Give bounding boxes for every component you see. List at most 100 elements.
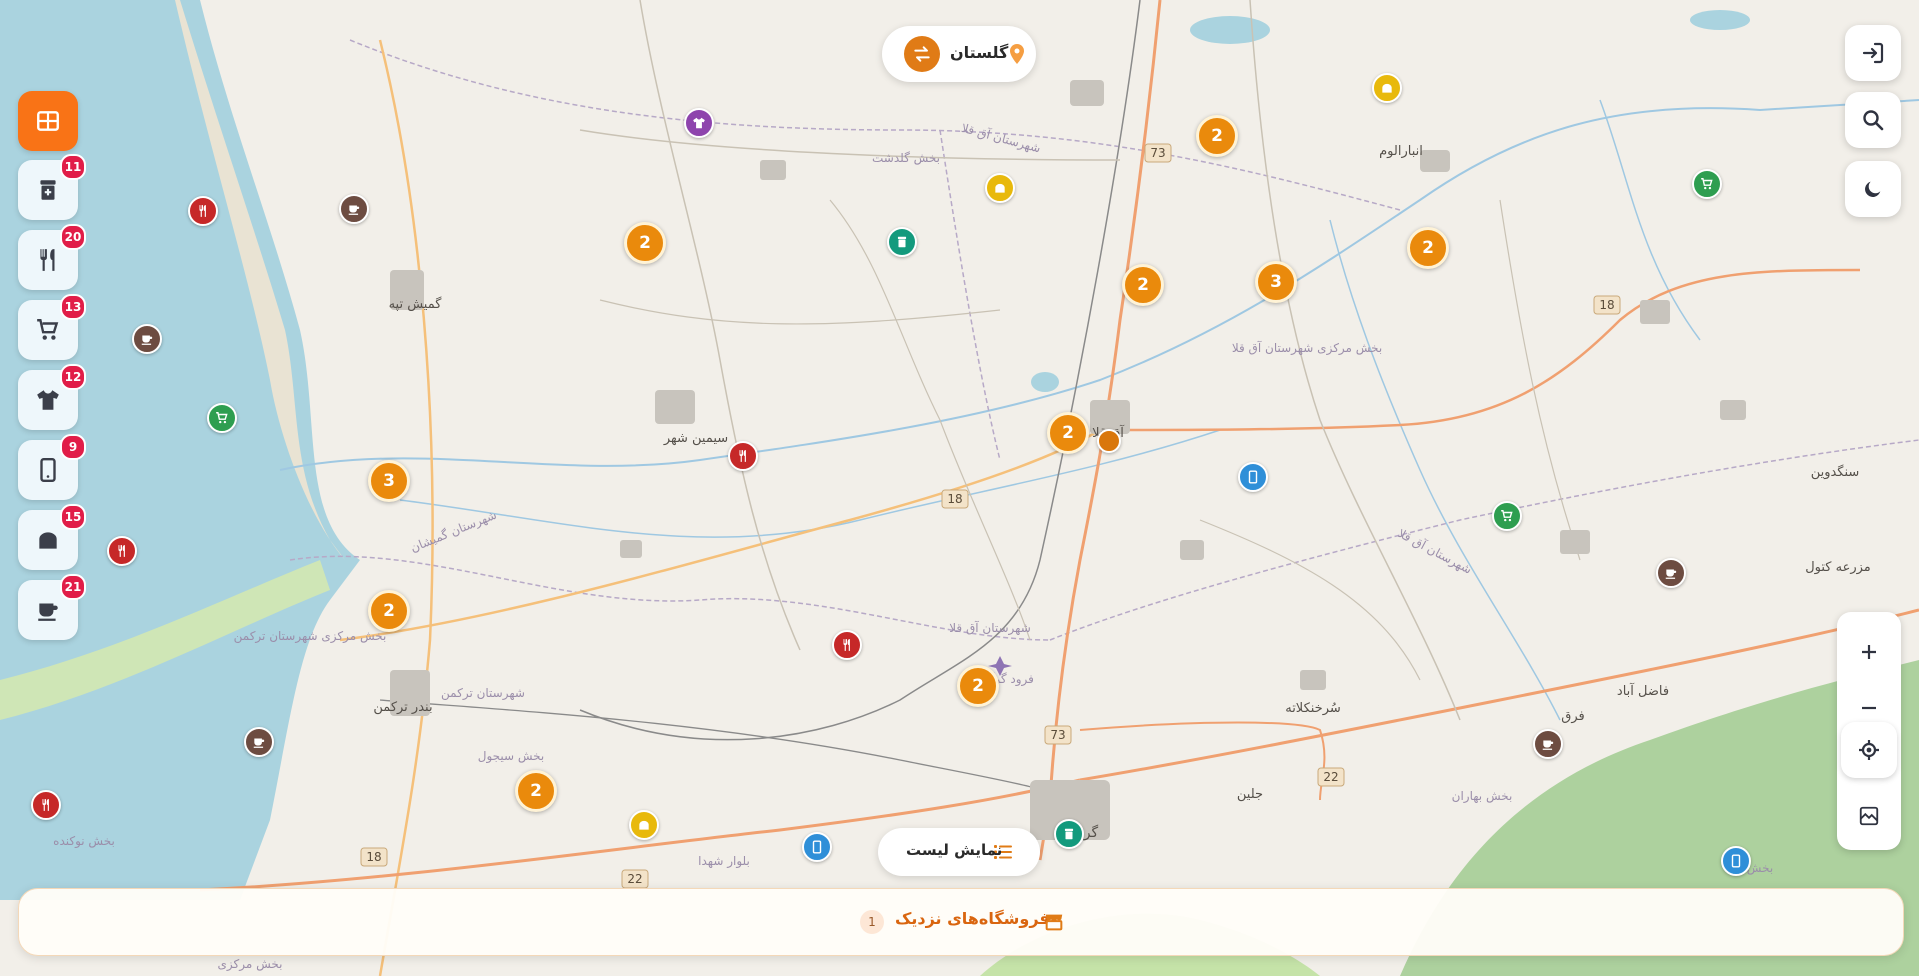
label-sorkhankalateh: سُرخنکلاته [1285, 701, 1341, 716]
label-sangdovin: سنگدوین [1811, 464, 1860, 480]
category-count-badge: 12 [60, 364, 86, 390]
coffee-icon [1542, 740, 1554, 750]
map-controls [1837, 612, 1901, 850]
label-anbar-alum: انبارالوم [1379, 144, 1423, 159]
store-cluster[interactable]: 2 [957, 665, 999, 707]
category-grid-button[interactable] [18, 91, 78, 151]
mobile-pin[interactable] [802, 832, 832, 862]
label-mazrae-katul: مزرعه کتول [1805, 560, 1871, 575]
region-selector[interactable]: گلستان [882, 26, 1036, 82]
label-jelin: جلین [1237, 787, 1263, 802]
store-cluster[interactable]: 2 [1047, 412, 1089, 454]
category-count-badge: 13 [60, 294, 86, 320]
restaurant-pin[interactable] [107, 536, 137, 566]
coffee-icon [38, 603, 58, 621]
restaurant-pin[interactable] [728, 441, 758, 471]
nearby-stores-bar[interactable]: 1 فروشگاه‌های نزدیک [18, 888, 1904, 956]
show-list-button[interactable]: نمایش لیست [878, 828, 1040, 876]
label-bakhsh-siahsool: بخش سیجول [478, 749, 545, 764]
category-bakery-button[interactable]: 15 [18, 504, 86, 570]
nearby-count-badge: 1 [860, 910, 884, 934]
supermarket-pin[interactable] [207, 403, 237, 433]
category-count-badge: 9 [60, 434, 86, 460]
cafe-pin[interactable] [132, 324, 162, 354]
pharmacy-icon [897, 236, 907, 248]
cafe-pin[interactable] [1656, 558, 1686, 588]
cart-icon [216, 412, 228, 424]
road-shield: 22 [621, 869, 649, 889]
restaurant-icon [843, 639, 850, 651]
pharmacy-icon [1064, 828, 1074, 840]
pharmacy-icon [40, 180, 56, 200]
clothing-pin[interactable] [684, 108, 714, 138]
search-button[interactable] [1845, 92, 1901, 148]
supermarket-pin[interactable] [1492, 501, 1522, 531]
zoom-in-button[interactable] [1837, 630, 1901, 674]
current-location-marker [1097, 429, 1121, 453]
region-name: گلستان [950, 43, 1009, 62]
pharmacy-pin[interactable] [1054, 819, 1084, 849]
bakery-pin[interactable] [1372, 73, 1402, 103]
category-cafe-button[interactable]: 21 [18, 574, 86, 640]
crosshair-icon [1859, 740, 1879, 760]
category-supermarket-button[interactable]: 13 [18, 294, 86, 360]
bread-icon [639, 820, 649, 830]
login-icon [1862, 42, 1884, 64]
store-cluster[interactable]: 3 [368, 460, 410, 502]
dark-mode-toggle[interactable] [1845, 161, 1901, 217]
svg-text:18: 18 [366, 850, 381, 864]
category-restaurant-button[interactable]: 20 [18, 224, 86, 290]
mobile-pin[interactable] [1238, 462, 1268, 492]
label-farq: فرق [1561, 709, 1584, 724]
restaurant-icon [739, 450, 746, 462]
label-shahrestan-aqqala-mid: شهرستان آق قلا [949, 620, 1031, 636]
cafe-pin[interactable] [339, 194, 369, 224]
category-clothing-button[interactable]: 12 [18, 364, 86, 430]
restaurant-pin[interactable] [188, 196, 218, 226]
coffee-icon [253, 738, 265, 748]
store-cluster[interactable]: 2 [1407, 227, 1449, 269]
label-bakhsh-baharan: بخش بهاران [1452, 789, 1513, 804]
category-mobile-button[interactable]: 9 [18, 434, 86, 500]
label-fazel-abad: فاضل آباد [1617, 682, 1669, 699]
road-shield: 18 [1593, 295, 1621, 315]
cafe-pin[interactable] [244, 727, 274, 757]
road-shield: 22 [1317, 767, 1345, 787]
restaurant-pin[interactable] [31, 790, 61, 820]
label-simin-shahr: سیمین شهر [663, 431, 728, 446]
store-cluster[interactable]: 2 [368, 590, 410, 632]
road-shield: 18 [360, 847, 388, 867]
label-bakhsh-markazi-torkaman: بخش مرکزی شهرستان ترکمن [234, 629, 387, 644]
restaurant-icon [118, 545, 125, 557]
layers-button[interactable] [1837, 792, 1901, 840]
cafe-pin[interactable] [1533, 729, 1563, 759]
search-icon [1863, 110, 1884, 131]
bakery-pin[interactable] [629, 810, 659, 840]
locate-me-button[interactable] [1841, 722, 1897, 778]
mobile-icon [40, 457, 56, 483]
label-gorgan: گر [1083, 824, 1099, 841]
store-cluster[interactable]: 2 [1196, 115, 1238, 157]
mobile-pin[interactable] [1721, 846, 1751, 876]
label-bakhsh-nokandeh: بخش نوکنده [53, 834, 115, 849]
minus-icon [1862, 706, 1876, 710]
category-pharmacy-button[interactable]: 11 [18, 154, 86, 220]
login-button[interactable] [1845, 25, 1901, 81]
shirt-icon [37, 390, 59, 410]
svg-text:18: 18 [947, 492, 962, 506]
label-bandar-torkaman: بندر ترکمن [373, 700, 432, 715]
svg-text:18: 18 [1599, 298, 1614, 312]
pharmacy-pin[interactable] [887, 227, 917, 257]
store-cluster[interactable]: 3 [1255, 261, 1297, 303]
store-cluster[interactable]: 2 [515, 770, 557, 812]
mobile-icon [1731, 854, 1741, 868]
category-count-badge: 11 [60, 154, 86, 180]
supermarket-pin[interactable] [1692, 169, 1722, 199]
restaurant-pin[interactable] [832, 630, 862, 660]
label-gomishan: گمیش تپه [389, 296, 443, 312]
bakery-pin[interactable] [985, 173, 1015, 203]
bread-icon [39, 532, 57, 549]
store-cluster[interactable]: 2 [624, 222, 666, 264]
swap-region-button[interactable] [904, 36, 940, 72]
store-cluster[interactable]: 2 [1122, 264, 1164, 306]
